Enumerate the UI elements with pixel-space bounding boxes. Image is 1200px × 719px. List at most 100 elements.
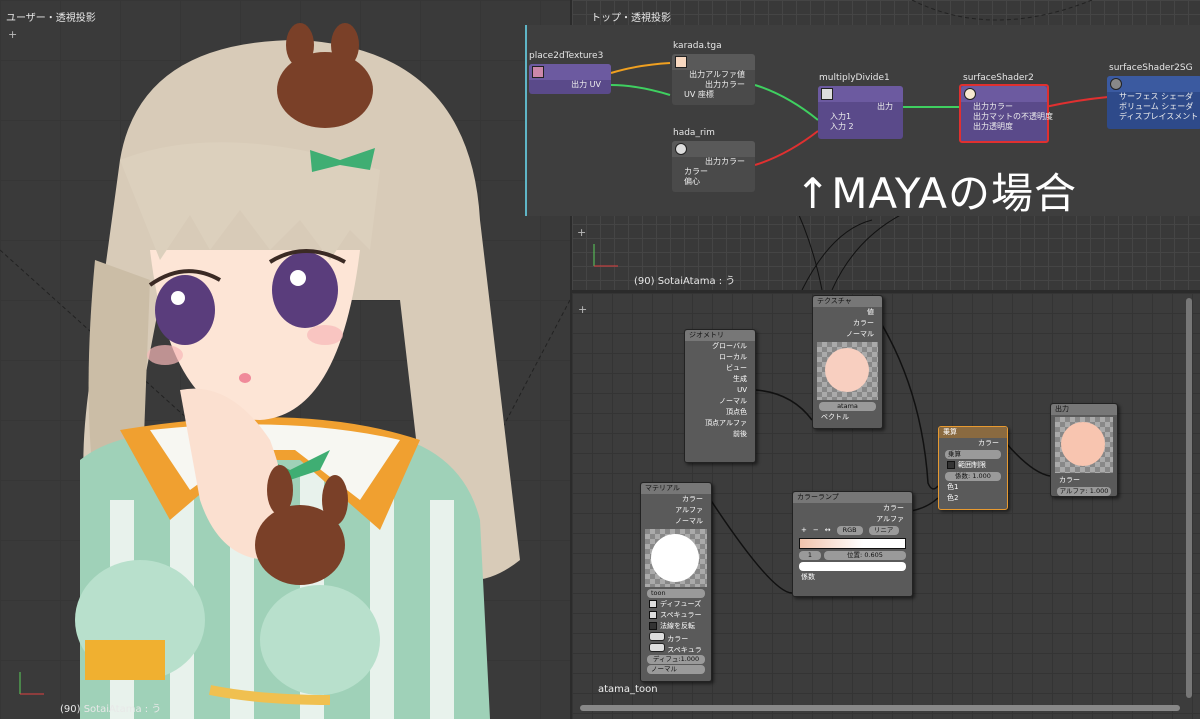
blender-node-editor[interactable]: + テクスチャ 値 カラー ノーマル atama ベクトル ジオメトリ グローバ… xyxy=(572,293,1200,719)
node-socket-label: 色1 xyxy=(947,483,959,491)
hada-rim-node[interactable]: 出力カラー カラー 偏心 xyxy=(672,141,755,192)
node-port-label: ボリューム シェーダ xyxy=(1119,102,1194,111)
node-socket-label: グローバル xyxy=(712,342,747,350)
hada-node-name: hada_rim xyxy=(673,128,715,138)
node-port-label: 出力アルファ値 xyxy=(689,70,745,79)
mix-multiply-node[interactable]: 乗算 カラー 乗算 範囲制限 係数: 1.000 色1 色2 xyxy=(938,426,1008,510)
texture-swatch-icon xyxy=(675,56,687,68)
node-socket-label: UV xyxy=(737,386,747,394)
factor-field[interactable]: 係数: 1.000 xyxy=(945,472,1001,481)
gradient-bar[interactable] xyxy=(799,538,906,549)
invert-normal-checkbox[interactable]: 法線を反転 xyxy=(641,621,711,632)
node-socket-label: 頂点色 xyxy=(726,408,747,416)
material-node[interactable]: マテリアル カラー アルファ ノーマル toon ディフューズ スペキュラー 法… xyxy=(640,482,712,682)
node-port-label: 入力 2 xyxy=(830,122,854,131)
add-stop-icon[interactable]: + xyxy=(801,525,807,536)
image-selector[interactable]: atama xyxy=(819,402,876,411)
vertical-scrollbar[interactable] xyxy=(1186,298,1192,698)
add-region-icon[interactable]: + xyxy=(577,226,586,239)
node-socket-label: ノーマル xyxy=(719,397,747,405)
stop-index-field[interactable]: 1 xyxy=(799,551,821,560)
alpha-label: アルファ: xyxy=(1059,487,1088,495)
right-viewport-title: トップ・透視投影 xyxy=(591,13,671,24)
left-object-label: (90) SotaiAtama : う xyxy=(60,704,162,715)
node-socket-label: ローカル xyxy=(719,353,747,361)
material-selector[interactable]: toon xyxy=(647,589,705,598)
remove-stop-icon[interactable]: − xyxy=(813,525,819,536)
diffuse-label: ディフューズ xyxy=(660,600,702,608)
multiply-icon xyxy=(821,88,833,100)
node-socket-label: ノーマル xyxy=(846,330,874,338)
factor-label: 係数: xyxy=(955,472,971,480)
checkbox-icon xyxy=(649,622,657,630)
shader-swatch-icon xyxy=(964,88,976,100)
node-socket-label: 生成 xyxy=(733,375,747,383)
texture-preview xyxy=(817,342,878,400)
interpolation-select[interactable]: リニア xyxy=(868,526,899,535)
horizontal-scrollbar[interactable] xyxy=(580,705,1180,711)
stop-position-field[interactable]: 位置: 0.605 xyxy=(824,551,906,560)
material-preview xyxy=(645,529,707,587)
checkbox-icon xyxy=(649,600,657,608)
stop-color-field[interactable] xyxy=(799,562,906,571)
alpha-field[interactable]: アルファ: 1.000 xyxy=(1057,487,1111,496)
node-port-label: 出力カラー xyxy=(705,157,745,166)
add-region-icon[interactable]: + xyxy=(578,303,587,316)
texture-node[interactable]: テクスチャ 値 カラー ノーマル atama ベクトル xyxy=(812,295,883,429)
material-name-label: atama_toon xyxy=(598,684,658,695)
geometry-node[interactable]: ジオメトリ グローバル ローカル ビュー 生成 UV ノーマル 頂点色 頂点アル… xyxy=(684,329,756,463)
ramp-toolbar: + − ↔ RGB リニア xyxy=(793,525,912,536)
ramp-node-title: カラーランプ xyxy=(793,492,912,503)
right-object-label: (90) SotaiAtama : う xyxy=(634,276,736,287)
node-port-label: UV 座標 xyxy=(684,90,714,99)
node-port-label: 出力 UV xyxy=(571,80,601,89)
alpha-value: 1.000 xyxy=(1089,487,1109,495)
color-swatch xyxy=(649,643,665,652)
karada-node[interactable]: 出力アルファ値 出力カラー UV 座標 xyxy=(672,54,755,105)
node-port-label: 出力透明度 xyxy=(973,122,1013,131)
axis-gizmo-icon xyxy=(19,672,44,695)
multiply-divide-node[interactable]: 出力 入力1 入力 2 xyxy=(818,86,903,139)
node-socket-label: 頂点アルファ xyxy=(705,419,747,427)
color-input-row[interactable]: カラー xyxy=(641,632,711,643)
color-ramp-node[interactable]: カラーランプ カラー アルファ + − ↔ RGB リニア 1 位置: 0.60… xyxy=(792,491,913,597)
surface-shader-node[interactable]: 出力カラー 出力マットの不透明度 出力透明度 xyxy=(959,84,1053,143)
character-render xyxy=(0,23,570,719)
multiply-node-name: multiplyDivide1 xyxy=(819,73,890,83)
diffuse-intensity-field[interactable]: ディフュ:1.000 xyxy=(647,655,705,664)
node-port-label: 出力 xyxy=(877,102,893,111)
node-socket-label: カラー xyxy=(853,319,874,327)
node-socket-label: カラー xyxy=(978,439,999,447)
color-mode-select[interactable]: RGB xyxy=(836,526,863,535)
place2d-node-name: place2dTexture3 xyxy=(529,51,604,61)
shading-group-node[interactable]: サーフェス シェーダ ボリューム シェーダ ディスプレイスメント シェーダ xyxy=(1107,76,1200,129)
node-port-label: 入力1 xyxy=(830,112,852,121)
output-node[interactable]: 出力 カラー アルファ: 1.000 xyxy=(1050,403,1118,497)
specular-checkbox[interactable]: スペキュラー xyxy=(641,610,711,621)
add-region-icon[interactable]: + xyxy=(8,28,17,41)
node-port-label: 偏心 xyxy=(684,177,700,186)
specular-input-row[interactable]: スペキュラ xyxy=(641,643,711,654)
normal-selector[interactable]: ノーマル xyxy=(647,665,705,674)
flip-icon[interactable]: ↔ xyxy=(825,525,831,536)
node-port-label: 出力カラー xyxy=(705,80,745,89)
place2d-node[interactable]: 出力 UV xyxy=(529,64,611,94)
node-swatch-icon xyxy=(532,66,544,78)
node-socket-label: ノーマル xyxy=(675,517,703,525)
surface-node-name: surfaceShader2 xyxy=(963,73,1034,83)
diffuse-checkbox[interactable]: ディフューズ xyxy=(641,599,711,610)
node-port-label: サーフェス シェーダ xyxy=(1119,92,1194,101)
node-socket-label: ビュー xyxy=(726,364,747,372)
node-socket-label: ベクトル xyxy=(821,413,849,421)
left-3d-viewport[interactable]: ユーザー・透視投影 + (90) SotaiAtama : う xyxy=(0,0,570,719)
blend-mode-select[interactable]: 乗算 xyxy=(945,450,1001,459)
node-socket-label: 前後 xyxy=(733,430,747,438)
node-port-label: カラー xyxy=(684,167,708,176)
geometry-node-title: ジオメトリ xyxy=(685,330,755,341)
specular-label: スペキュラー xyxy=(660,611,702,619)
node-socket-label: カラー xyxy=(667,635,689,643)
clamp-checkbox[interactable]: 範囲制限 xyxy=(939,460,1007,471)
factor-value: 1.000 xyxy=(972,472,991,480)
node-port-label: 出力マットの不透明度 xyxy=(973,112,1053,121)
preview-sphere xyxy=(1061,422,1105,466)
